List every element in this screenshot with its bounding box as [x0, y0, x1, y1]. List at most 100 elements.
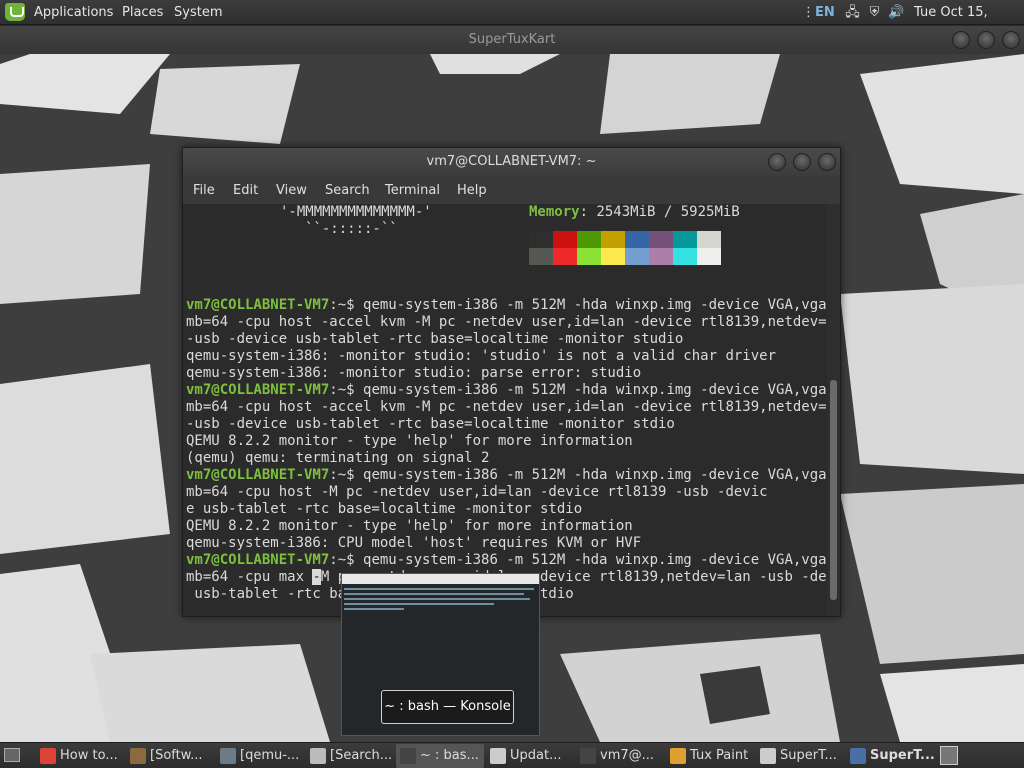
volume-icon[interactable]: 🔊	[888, 4, 905, 21]
taskbar-task[interactable]: SuperT...	[846, 744, 934, 768]
clock[interactable]: Tue Oct 15, 05:51	[914, 0, 1024, 45]
terminal-close-button[interactable]	[818, 153, 836, 171]
taskbar-task[interactable]: vm7@...	[576, 744, 664, 768]
places-menu[interactable]: Places	[122, 0, 163, 25]
document-icon	[310, 748, 326, 764]
taskbar-task[interactable]: Tux Paint	[666, 744, 754, 768]
workspace-switcher-icon[interactable]	[940, 746, 958, 765]
taskbar-task[interactable]: [Softw...	[126, 744, 214, 768]
command-text: qemu-system-i386 -m 512M -hda winxp.img …	[363, 297, 827, 313]
taskbar-task-label: SuperT...	[870, 748, 934, 763]
output-line: -usb -device usb-tablet -rtc base=localt…	[186, 416, 675, 432]
command-line: vm7@COLLABNET-VM7:~$ qemu-system-i386 -m…	[186, 552, 827, 569]
color-swatch	[529, 231, 553, 248]
prompt-suffix: :~$	[329, 552, 364, 568]
terminal-minimize-button[interactable]	[768, 153, 786, 171]
color-swatch	[697, 248, 721, 265]
color-swatch	[553, 231, 577, 248]
taskbar-task-label: [qemu-...	[240, 748, 300, 763]
shell-prompt: vm7@COLLABNET-VM7	[186, 297, 330, 313]
command-line: vm7@COLLABNET-VM7:~$ qemu-system-i386 -m…	[186, 297, 827, 314]
terminal-titlebar[interactable]: vm7@COLLABNET-VM7: ~	[183, 148, 840, 176]
color-swatch	[673, 231, 697, 248]
taskbar-task[interactable]: SuperT...	[756, 744, 844, 768]
show-desktop-icon[interactable]	[4, 748, 20, 762]
taskbar-task-label: Updat...	[510, 748, 562, 763]
taskbar-task[interactable]: How to...	[36, 744, 124, 768]
color-swatch	[601, 231, 625, 248]
qemu-icon	[220, 748, 236, 764]
memory-label: Memory	[529, 204, 580, 220]
color-swatch	[649, 231, 673, 248]
shell-prompt: vm7@COLLABNET-VM7	[186, 467, 330, 483]
prompt-suffix: :~$	[329, 382, 364, 398]
taskbar-task[interactable]: [Search...	[306, 744, 394, 768]
terminal-output[interactable]: '-MMMMMMMMMMMMMM-' ``-:::::-`` Memory: 2…	[183, 204, 827, 616]
terminal-icon	[580, 748, 596, 764]
konsole-preview-text	[344, 593, 524, 595]
taskbar-task[interactable]: [qemu-...	[216, 744, 304, 768]
maximize-button[interactable]	[977, 31, 995, 49]
konsole-preview-text	[344, 598, 530, 600]
memory-value: : 2543MiB / 5925MiB	[579, 204, 740, 220]
terminal-scrollbar[interactable]	[827, 204, 840, 616]
command-line: vm7@COLLABNET-VM7:~$ qemu-system-i386 -m…	[186, 382, 827, 399]
output-line: mb=64 -cpu host -accel kvm -M pc -netdev…	[186, 314, 827, 330]
window-icon	[850, 748, 866, 764]
supertuxkart-icon	[760, 748, 776, 764]
taskbar-task-label: SuperT...	[780, 748, 837, 763]
output-line: QEMU 8.2.2 monitor - type 'help' for mor…	[186, 518, 633, 534]
software-icon	[130, 748, 146, 764]
konsole-preview-text	[344, 603, 494, 605]
linux-mint-logo-icon[interactable]	[5, 3, 25, 21]
system-menu[interactable]: System	[174, 0, 222, 25]
output-line: qemu-system-i386: CPU model 'host' requi…	[186, 535, 642, 551]
taskbar-task-label: [Search...	[330, 748, 393, 763]
output-line: mb=64 -cpu host -M pc -netdev user,id=la…	[186, 484, 768, 500]
menu-file[interactable]: File	[193, 183, 215, 198]
menu-help[interactable]: Help	[457, 183, 487, 198]
tuxpaint-icon	[670, 748, 686, 764]
text-cursor: -	[312, 569, 321, 585]
color-swatch	[625, 231, 649, 248]
applications-menu[interactable]: Applications	[34, 0, 113, 25]
supertuxkart-window-title: SuperTuxKart	[468, 32, 556, 47]
update-shield-icon[interactable]: ⛨	[866, 4, 883, 21]
command-text: qemu-system-i386 -m 512M -hda winxp.img …	[363, 552, 827, 568]
minimize-button[interactable]	[952, 31, 970, 49]
command-text: qemu-system-i386 -m 512M -hda winxp.img …	[363, 467, 827, 483]
konsole-preview-tabbar	[342, 574, 539, 584]
output-line: -usb -device usb-tablet -rtc base=localt…	[186, 331, 684, 347]
taskbar-task-label: ~ : bas...	[420, 748, 479, 763]
color-swatch	[577, 231, 601, 248]
command-text: qemu-system-i386 -m 512M -hda winxp.img …	[363, 382, 827, 398]
output-line: qemu-system-i386: -monitor studio: 'stud…	[186, 348, 777, 364]
terminal-maximize-button[interactable]	[793, 153, 811, 171]
scrollbar-thumb[interactable]	[830, 380, 837, 600]
close-button[interactable]	[1002, 31, 1020, 49]
color-swatch	[673, 248, 697, 265]
prompt-suffix: :~$	[329, 467, 364, 483]
prompt-suffix: :~$	[329, 297, 364, 313]
taskbar-task-label: [Softw...	[150, 748, 203, 763]
supertuxkart-titlebar[interactable]: SuperTuxKart	[0, 26, 1024, 54]
neofetch-memory-line: Memory: 2543MiB / 5925MiB	[529, 204, 740, 221]
konsole-tooltip: ~ : bash — Konsole	[381, 690, 514, 724]
taskbar-task[interactable]: Updat...	[486, 744, 574, 768]
konsole-preview-text	[344, 608, 404, 610]
network-icon[interactable]: 🖧	[844, 4, 861, 21]
taskbar-task[interactable]: ~ : bas...	[396, 744, 484, 768]
terminal-window: vm7@COLLABNET-VM7: ~ File Edit View Sear…	[182, 147, 841, 617]
keyboard-layout-indicator[interactable]: EN	[815, 0, 835, 25]
command-line: vm7@COLLABNET-VM7:~$ qemu-system-i386 -m…	[186, 467, 827, 484]
terminal-icon	[400, 748, 416, 764]
menu-view[interactable]: View	[276, 183, 307, 198]
menu-search[interactable]: Search	[325, 183, 370, 198]
neofetch-logo-line: ``-:::::-``	[305, 221, 398, 237]
menu-terminal[interactable]: Terminal	[385, 183, 440, 198]
output-line: (qemu) qemu: terminating on signal 2	[186, 450, 490, 466]
konsole-preview-text	[344, 588, 534, 590]
output-line: e usb-tablet -rtc base=localtime -monito…	[186, 501, 583, 517]
color-swatch	[601, 248, 625, 265]
menu-edit[interactable]: Edit	[233, 183, 258, 198]
